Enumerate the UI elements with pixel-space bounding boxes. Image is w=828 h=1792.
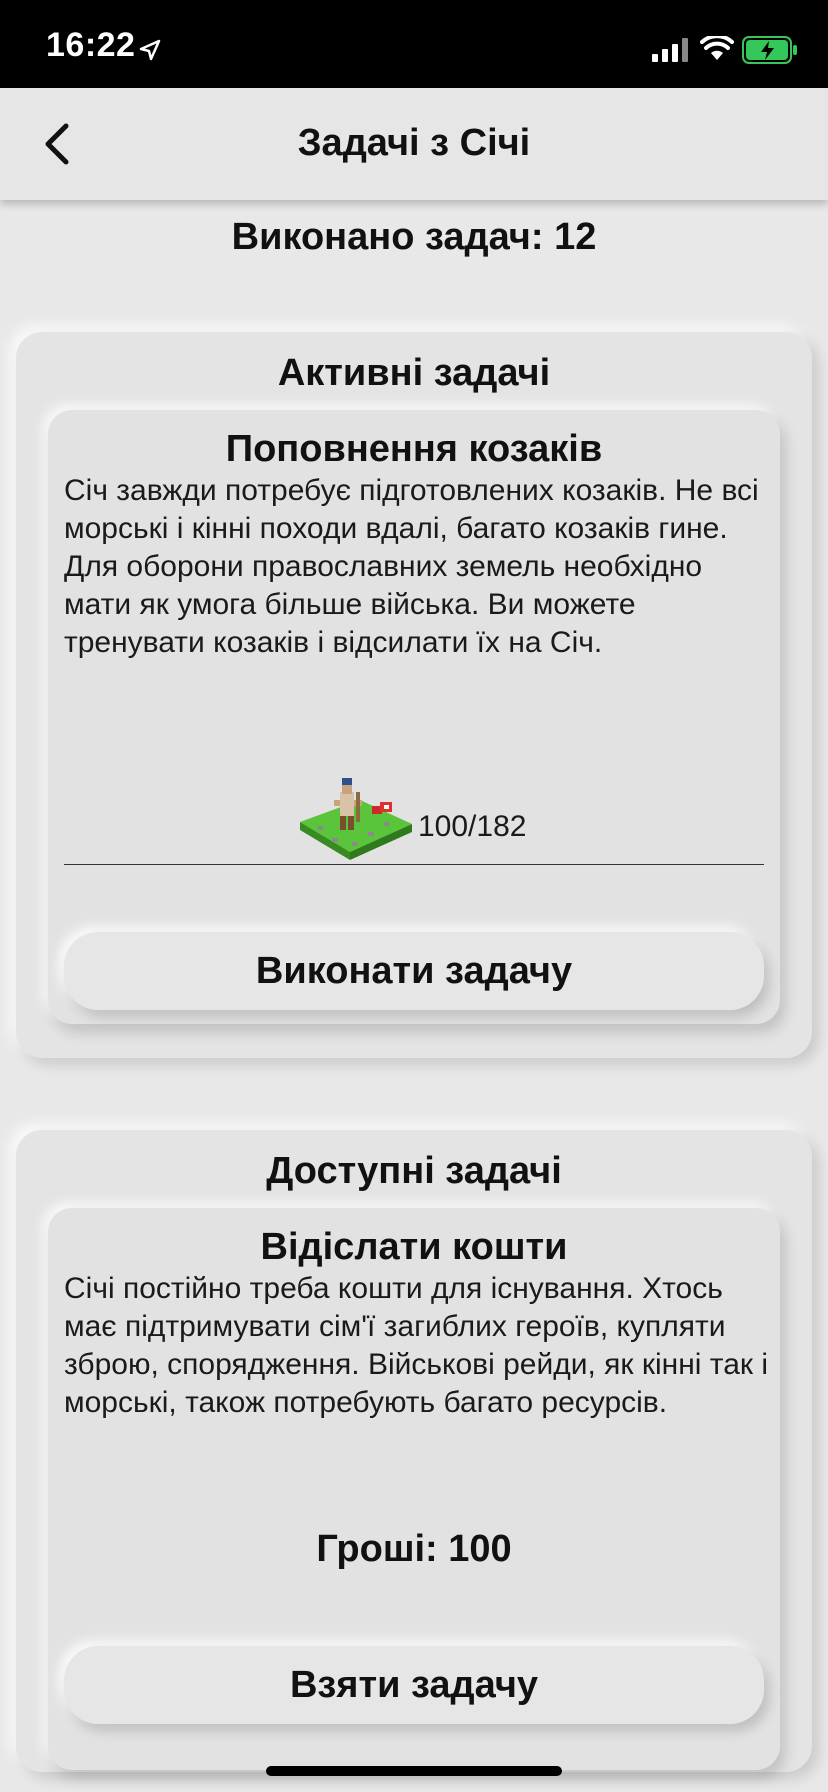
- wifi-icon: [700, 36, 734, 60]
- section-title-active: Активні задачі: [277, 352, 551, 394]
- progress-row: 100/182: [48, 772, 780, 868]
- task-title: Відіслати кошти: [260, 1226, 568, 1268]
- cellular-signal-icon: [652, 38, 688, 62]
- divider: [64, 864, 764, 865]
- task-title: Поповнення козаків: [225, 428, 603, 470]
- progress-text: 100/182: [418, 810, 527, 843]
- page-title: Задачі з Січі: [297, 122, 531, 164]
- active-tasks-section: Активні задачі Поповнення козаків Січ за…: [16, 332, 812, 1058]
- task-description: Січі постійно треба кошти для існування.…: [64, 1272, 769, 1419]
- section-title-available: Доступні задачі: [266, 1150, 562, 1192]
- navigation-bar: Задачі з Січі: [0, 88, 828, 200]
- task-card-active: Поповнення козаків Січ завжди потребує п…: [48, 410, 780, 1024]
- home-indicator[interactable]: [266, 1766, 562, 1776]
- battery-charging-icon: [742, 36, 797, 64]
- task-description: Січ завжди потребує підготовлених козакі…: [64, 474, 759, 659]
- location-arrow-icon: [139, 39, 161, 61]
- task-card-available: Відіслати кошти Січі постійно треба кошт…: [48, 1208, 780, 1770]
- money-reward: Гроші: 100: [316, 1528, 512, 1570]
- take-task-button[interactable]: Взяти задачу: [64, 1646, 764, 1724]
- status-bar: 16:22: [0, 0, 828, 88]
- cossack-unit-image: [300, 778, 412, 860]
- completed-tasks-count: Виконано задач: 12: [231, 216, 597, 258]
- available-tasks-section: Доступні задачі Відіслати кошти Січі пос…: [16, 1130, 812, 1772]
- complete-task-button[interactable]: Виконати задачу: [64, 932, 764, 1010]
- status-time: 16:22: [46, 26, 136, 64]
